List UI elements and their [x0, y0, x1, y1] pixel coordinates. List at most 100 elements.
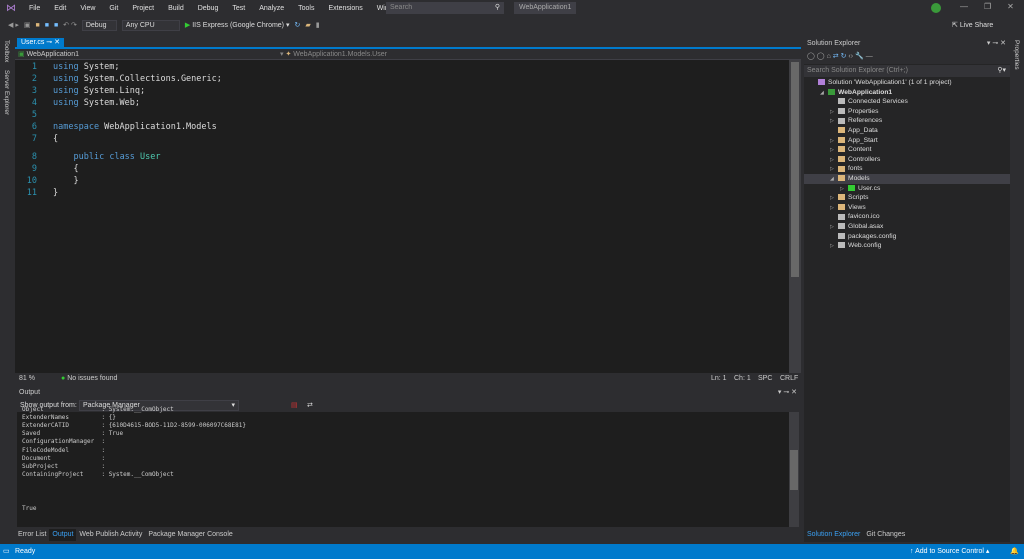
code-line: { — [53, 134, 59, 144]
save-all-icon[interactable]: ■ — [54, 22, 58, 29]
tab-git-changes[interactable]: Git Changes — [863, 529, 908, 541]
code-line: using System.Web; — [53, 98, 141, 108]
tree-item[interactable]: ▷ Views — [804, 203, 1010, 213]
code-view-icon[interactable]: ‹› — [848, 53, 853, 60]
editor-scrollbar-thumb[interactable] — [791, 62, 799, 277]
tree-item[interactable]: ▷ Content — [804, 145, 1010, 155]
tree-item[interactable]: ◢ Models — [804, 174, 1010, 184]
tree-item[interactable]: App_Data — [804, 126, 1010, 136]
live-share-button[interactable]: ⇱ Live Share — [952, 21, 993, 29]
tree-item[interactable]: ▷ App_Start — [804, 136, 1010, 146]
project-icon: ▣ — [18, 51, 25, 58]
output-line: Saved : True — [22, 430, 124, 438]
issues-indicator[interactable]: ● No issues found — [61, 373, 117, 385]
undo-redo-icon[interactable]: ↶ ↷ — [63, 21, 77, 29]
home-icon[interactable]: ⌂ — [827, 53, 831, 60]
tab-package-manager-console[interactable]: Package Manager Console — [145, 529, 235, 541]
tab-web-publish-activity[interactable]: Web Publish Activity — [76, 529, 145, 541]
save-icon[interactable]: ■ — [45, 22, 49, 29]
tree-item[interactable]: ▷ Controllers — [804, 155, 1010, 165]
bookmark-icon[interactable]: ▮ — [316, 21, 320, 29]
menu-git[interactable]: Git — [102, 5, 125, 12]
account-avatar[interactable] — [931, 3, 941, 13]
collapse-icon[interactable]: — — [866, 53, 873, 60]
config-dropdown[interactable]: Debug — [81, 19, 117, 31]
output-text[interactable]: Object : System.__ComObject ExtenderNames… — [17, 406, 789, 527]
tree-item[interactable]: ▷ fonts — [804, 164, 1010, 174]
project-dropdown[interactable]: ▣ WebApplication1 — [18, 49, 79, 60]
tree-item[interactable]: ▷ Properties — [804, 107, 1010, 117]
tab-solution-explorer[interactable]: Solution Explorer — [804, 529, 863, 541]
panel-controls[interactable]: ▾ ⊸ ✕ — [987, 38, 1006, 50]
tab-error-list[interactable]: Error List — [15, 529, 49, 541]
back-forward-icon[interactable]: ◀ ▸ — [8, 21, 19, 29]
tree-item[interactable]: ◢ WebApplication1 — [804, 88, 1010, 98]
tree-item[interactable]: ▷ Global.asax — [804, 222, 1010, 232]
tree-item[interactable]: ▷ Web.config — [804, 241, 1010, 251]
tree-item[interactable]: ▷ User.cs — [804, 184, 1010, 194]
col-indicator: Ch: 1 — [734, 375, 751, 382]
tree-item[interactable]: Solution 'WebApplication1' (1 of 1 proje… — [804, 78, 1010, 88]
folder-icon — [838, 146, 845, 153]
menu-test[interactable]: Test — [225, 5, 252, 12]
panel-controls[interactable]: ▾ ⊸ ✕ — [778, 387, 797, 398]
type-dropdown[interactable]: ▾ ✦ WebApplication1.Models.User — [280, 49, 387, 60]
tree-item[interactable]: packages.config — [804, 232, 1010, 242]
add-source-control-button[interactable]: ↑ Add to Source Control ▴ — [910, 544, 989, 559]
maximize-button[interactable]: ❐ — [984, 2, 991, 11]
minimize-button[interactable]: — — [960, 2, 968, 11]
expand-arrow-icon[interactable]: ▷ — [830, 242, 838, 252]
menu-tools[interactable]: Tools — [291, 5, 321, 12]
folder-icon — [838, 194, 845, 201]
open-icon[interactable]: ■ — [35, 22, 39, 29]
back-icon[interactable]: ◯ ◯ — [807, 53, 825, 60]
solution-search-input[interactable]: Search Solution Explorer (Ctrl+;) ⚲▾ — [804, 65, 1010, 77]
line-number: 6 — [31, 122, 37, 132]
menu-debug[interactable]: Debug — [191, 5, 226, 12]
output-line: SubProject : — [22, 462, 106, 470]
project-icon — [828, 88, 835, 95]
refresh-icon[interactable]: ↻ — [294, 21, 300, 29]
server-explorer-tab[interactable]: Server Explorer — [3, 70, 10, 115]
wrench-icon — [838, 108, 845, 115]
menu-edit[interactable]: Edit — [47, 5, 73, 12]
menu-extensions[interactable]: Extensions — [321, 5, 369, 12]
menu-file[interactable]: File — [22, 5, 47, 12]
pin-icon[interactable]: ⊸ — [46, 39, 52, 46]
play-icon: ▶ — [184, 22, 191, 29]
toolbox-tab[interactable]: Toolbox — [3, 40, 10, 62]
output-scrollbar[interactable] — [789, 412, 799, 527]
menu-project[interactable]: Project — [125, 5, 161, 12]
status-ready: Ready — [15, 548, 36, 555]
tree-item-label: Web.config — [848, 242, 882, 250]
tree-item[interactable]: ▷ References — [804, 116, 1010, 126]
output-line: ExtenderNames : {} — [22, 414, 116, 422]
zoom-level[interactable]: 81 % — [19, 373, 35, 385]
close-tab-icon[interactable]: ✕ — [54, 39, 60, 46]
platform-dropdown[interactable]: Any CPU — [121, 19, 180, 31]
tree-item-label: Properties — [848, 107, 879, 115]
line-ending-indicator[interactable]: CRLF — [780, 373, 798, 385]
tree-item[interactable]: favicon.ico — [804, 212, 1010, 222]
tree-item[interactable]: ▷ Scripts — [804, 193, 1010, 203]
menu-build[interactable]: Build — [161, 5, 191, 12]
word-wrap-icon[interactable]: ⇄ — [307, 399, 313, 412]
menu-view[interactable]: View — [73, 5, 102, 12]
menu-analyze[interactable]: Analyze — [252, 5, 291, 12]
new-item-icon[interactable]: ▣ — [24, 21, 31, 29]
sync-icon[interactable]: ⇄ ↻ — [833, 53, 847, 60]
spacing-indicator[interactable]: SPC — [758, 373, 772, 385]
properties-tab[interactable]: Properties — [1013, 40, 1020, 70]
menu-bar: ⋈ File Edit View Git Project Build Debug Test An… — [0, 0, 1024, 16]
folder-icon[interactable]: ▰ — [305, 21, 310, 29]
tree-item-label: Controllers — [848, 155, 881, 163]
folder-icon — [838, 165, 845, 172]
notifications-icon[interactable]: 🔔 — [1010, 544, 1019, 559]
tab-output[interactable]: Output — [49, 529, 77, 541]
run-button[interactable]: ▶ IIS Express (Google Chrome) ▾ — [185, 21, 290, 29]
clear-output-icon[interactable]: ▤ — [291, 399, 298, 412]
properties-icon[interactable]: 🔧 — [855, 53, 864, 60]
close-button[interactable]: ✕ — [1007, 2, 1014, 11]
tree-item[interactable]: Connected Services — [804, 97, 1010, 107]
search-input[interactable]: Search ⚲ — [386, 2, 504, 14]
